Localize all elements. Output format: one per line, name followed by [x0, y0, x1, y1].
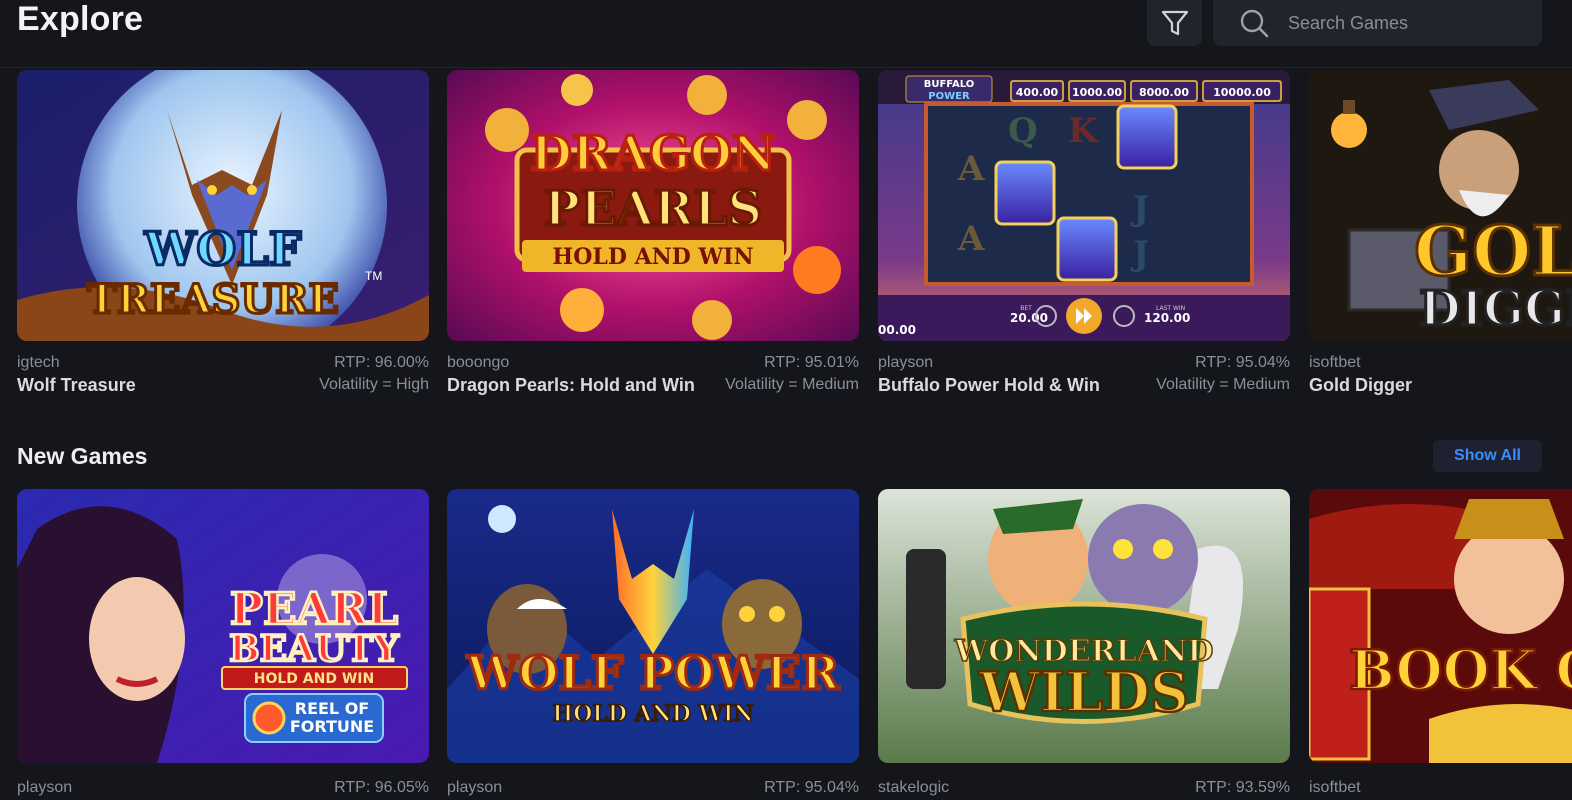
filter-icon	[1160, 8, 1190, 38]
game-rtp: RTP: 96.00%	[334, 354, 429, 371]
art-reel-line2: FORTUNE	[290, 717, 374, 736]
art-title-line2: PEARLS	[544, 181, 762, 237]
game-provider: playson	[878, 354, 934, 371]
game-provider: isoftbet	[1309, 779, 1361, 796]
game-thumbnail[interactable]: WONDERLAND WILDS	[878, 489, 1290, 763]
game-thumbnail[interactable]: BOOK OF TAI	[1309, 489, 1572, 763]
art-title-line1: DRAGON	[530, 126, 775, 182]
game-thumbnail[interactable]: PEARL BEAUTY HOLD AND WIN REEL OF FORTUN…	[17, 489, 429, 763]
explore-carousel: WOLF TREASURE TM igtech Wolf Treasure RT…	[0, 70, 1572, 410]
art-title-line1: WOLF POWER	[466, 646, 840, 700]
filter-button[interactable]	[1147, 0, 1202, 46]
game-provider: isoftbet	[1309, 354, 1361, 371]
game-provider: playson	[447, 779, 503, 796]
game-meta: playson RTP: 95.04%	[447, 763, 859, 800]
game-volatility: Volatility = Medium	[725, 376, 859, 393]
jackpot-minor: 1000.00	[1072, 86, 1122, 99]
art-title-line1: GOL	[1414, 212, 1572, 292]
game-thumbnail[interactable]: BUFFALO POWER 400.00 1000.00 8000.00 100…	[878, 70, 1290, 341]
search-box[interactable]	[1213, 0, 1542, 46]
art-title-line2: BEAUTY	[229, 628, 400, 670]
art-title-line2: WILDS	[978, 660, 1189, 724]
game-card-buffalo-power[interactable]: BUFFALO POWER 400.00 1000.00 8000.00 100…	[878, 70, 1290, 410]
last-win-value: 120.00	[1144, 311, 1190, 325]
art-reel-line1: REEL OF	[295, 699, 369, 718]
balance-value: 00.00	[878, 323, 916, 337]
reel-symbol: J	[1130, 234, 1149, 274]
game-thumbnail[interactable]: WOLF POWER HOLD AND WIN	[447, 489, 859, 763]
game-card-wolf-power[interactable]: WOLF POWER HOLD AND WIN playson RTP: 95.…	[447, 489, 859, 800]
reel-symbol: A	[957, 149, 985, 189]
art-subtitle: HOLD AND WIN	[254, 671, 374, 687]
art-title-line2: TREASURE	[87, 276, 339, 323]
game-meta: isoftbet	[1309, 763, 1572, 800]
top-bar: Explore	[0, 0, 1572, 68]
game-meta: isoftbet Gold Digger	[1309, 341, 1572, 401]
show-all-button[interactable]: Show All	[1433, 440, 1542, 472]
jackpot-grand: 10000.00	[1213, 86, 1271, 99]
game-thumbnail[interactable]: WOLF TREASURE TM	[17, 70, 429, 341]
game-meta: booongo Dragon Pearls: Hold and Win RTP:…	[447, 341, 859, 401]
art-logo-line2: POWER	[928, 91, 970, 102]
game-name[interactable]: Gold Digger	[1309, 375, 1412, 396]
game-thumbnail[interactable]: GOL DIGGE	[1309, 70, 1572, 341]
game-rtp: RTP: 93.59%	[1195, 779, 1290, 796]
game-volatility: Volatility = High	[319, 376, 429, 393]
game-card-wonderland-wilds[interactable]: WONDERLAND WILDS stakelogic RTP: 93.59%	[878, 489, 1290, 800]
game-provider: booongo	[447, 354, 510, 371]
game-meta: stakelogic RTP: 93.59%	[878, 763, 1290, 800]
jackpot-major: 8000.00	[1139, 86, 1189, 99]
game-meta: playson RTP: 96.05%	[17, 763, 429, 800]
game-card-wolf-treasure[interactable]: WOLF TREASURE TM igtech Wolf Treasure RT…	[17, 70, 429, 410]
game-meta: igtech Wolf Treasure RTP: 96.00% Volatil…	[17, 341, 429, 401]
game-name[interactable]: Dragon Pearls: Hold and Win	[447, 375, 695, 396]
game-name[interactable]: Wolf Treasure	[17, 375, 136, 396]
art-title-line1: WOLF	[144, 222, 302, 276]
search-icon	[1238, 7, 1270, 39]
game-thumbnail[interactable]: DRAGON PEARLS HOLD AND WIN	[447, 70, 859, 341]
game-provider: igtech	[17, 354, 60, 371]
reel-symbol: K	[1068, 111, 1099, 151]
game-name[interactable]: Buffalo Power Hold & Win	[878, 375, 1100, 396]
section-title-new-games: New Games	[17, 443, 148, 469]
game-rtp: RTP: 95.04%	[1195, 354, 1290, 371]
game-rtp: RTP: 95.01%	[764, 354, 859, 371]
jackpot-mini: 400.00	[1016, 86, 1059, 99]
game-card-dragon-pearls[interactable]: DRAGON PEARLS HOLD AND WIN booongo Drago…	[447, 70, 859, 410]
game-rtp: RTP: 95.04%	[764, 779, 859, 796]
new-games-carousel: PEARL BEAUTY HOLD AND WIN REEL OF FORTUN…	[0, 489, 1572, 800]
reel-symbol: Q	[1008, 111, 1038, 151]
reel-symbol: A	[957, 219, 985, 259]
game-card-gold-digger[interactable]: GOL DIGGE isoftbet Gold Digger	[1309, 70, 1572, 410]
bet-value: 20.00	[1010, 311, 1048, 325]
game-meta: playson Buffalo Power Hold & Win RTP: 95…	[878, 341, 1290, 401]
art-tm: TM	[365, 269, 382, 283]
game-rtp: RTP: 96.05%	[334, 779, 429, 796]
art-subtitle: HOLD AND WIN	[552, 244, 753, 270]
art-logo-line1: BUFFALO	[924, 79, 975, 90]
game-provider: playson	[17, 779, 73, 796]
game-volatility: Volatility = Medium	[1156, 376, 1290, 393]
game-card-book-of-tai[interactable]: BOOK OF TAI isoftbet	[1309, 489, 1572, 800]
reel-symbol: J	[1130, 189, 1149, 229]
search-input[interactable]	[1288, 12, 1518, 34]
art-title-line1: BOOK OF TAI	[1349, 638, 1572, 702]
art-title-line2: DIGGE	[1419, 281, 1572, 337]
art-subtitle: HOLD AND WIN	[552, 701, 753, 727]
game-card-pearl-beauty[interactable]: PEARL BEAUTY HOLD AND WIN REEL OF FORTUN…	[17, 489, 429, 800]
game-provider: stakelogic	[878, 779, 950, 796]
page-title: Explore	[17, 0, 144, 38]
